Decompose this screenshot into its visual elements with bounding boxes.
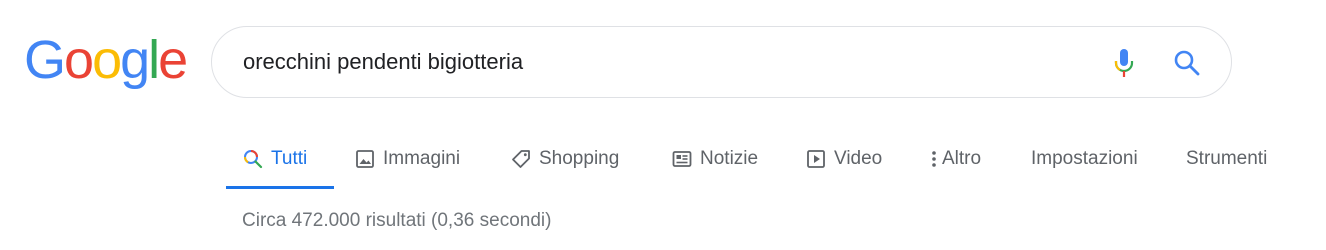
more-vert-icon: [932, 151, 936, 167]
search-input[interactable]: [243, 47, 1063, 77]
tab-tutti[interactable]: Tutti: [243, 130, 307, 188]
tab-notizie[interactable]: Notizie: [672, 130, 758, 188]
logo-letter-o1: o: [64, 30, 94, 90]
logo-letter-l: l: [148, 30, 160, 90]
newspaper-icon: [672, 151, 692, 167]
logo-letter-e: e: [158, 30, 188, 90]
tab-label: Impostazioni: [1031, 148, 1138, 169]
tab-label: Strumenti: [1186, 148, 1268, 169]
search-results-page: Google Tutti: [0, 0, 1326, 250]
active-tab-indicator: [226, 186, 334, 189]
tab-label: Immagini: [383, 148, 461, 169]
tab-impostazioni[interactable]: Impostazioni: [1031, 130, 1138, 188]
logo-letter-g: G: [24, 30, 66, 90]
search-icon: [243, 150, 263, 169]
image-icon: [356, 150, 374, 168]
search-box[interactable]: [211, 26, 1232, 98]
tag-icon: [512, 150, 530, 168]
tab-label: Tutti: [271, 148, 308, 169]
logo-letter-g2: g: [120, 30, 150, 90]
tab-strumenti[interactable]: Strumenti: [1186, 130, 1267, 188]
google-logo[interactable]: Google: [24, 30, 188, 90]
microphone-icon[interactable]: [1112, 47, 1136, 79]
tab-shopping[interactable]: Shopping: [511, 130, 619, 188]
tab-video[interactable]: Video: [806, 130, 882, 188]
tab-label: Shopping: [539, 148, 620, 169]
tab-immagini[interactable]: Immagini: [355, 130, 460, 188]
result-stats: Circa 472.000 risultati (0,36 secondi): [242, 210, 552, 231]
search-tabs: Tutti Immagini Shopping Notizie Video Al…: [226, 130, 1306, 190]
tab-label: Video: [834, 148, 883, 169]
tab-altro[interactable]: Altro: [930, 130, 981, 188]
search-icon[interactable]: [1173, 49, 1201, 77]
play-icon: [807, 150, 825, 168]
tab-label: Altro: [942, 148, 982, 169]
tab-label: Notizie: [700, 148, 759, 169]
logo-letter-o2: o: [92, 30, 122, 90]
